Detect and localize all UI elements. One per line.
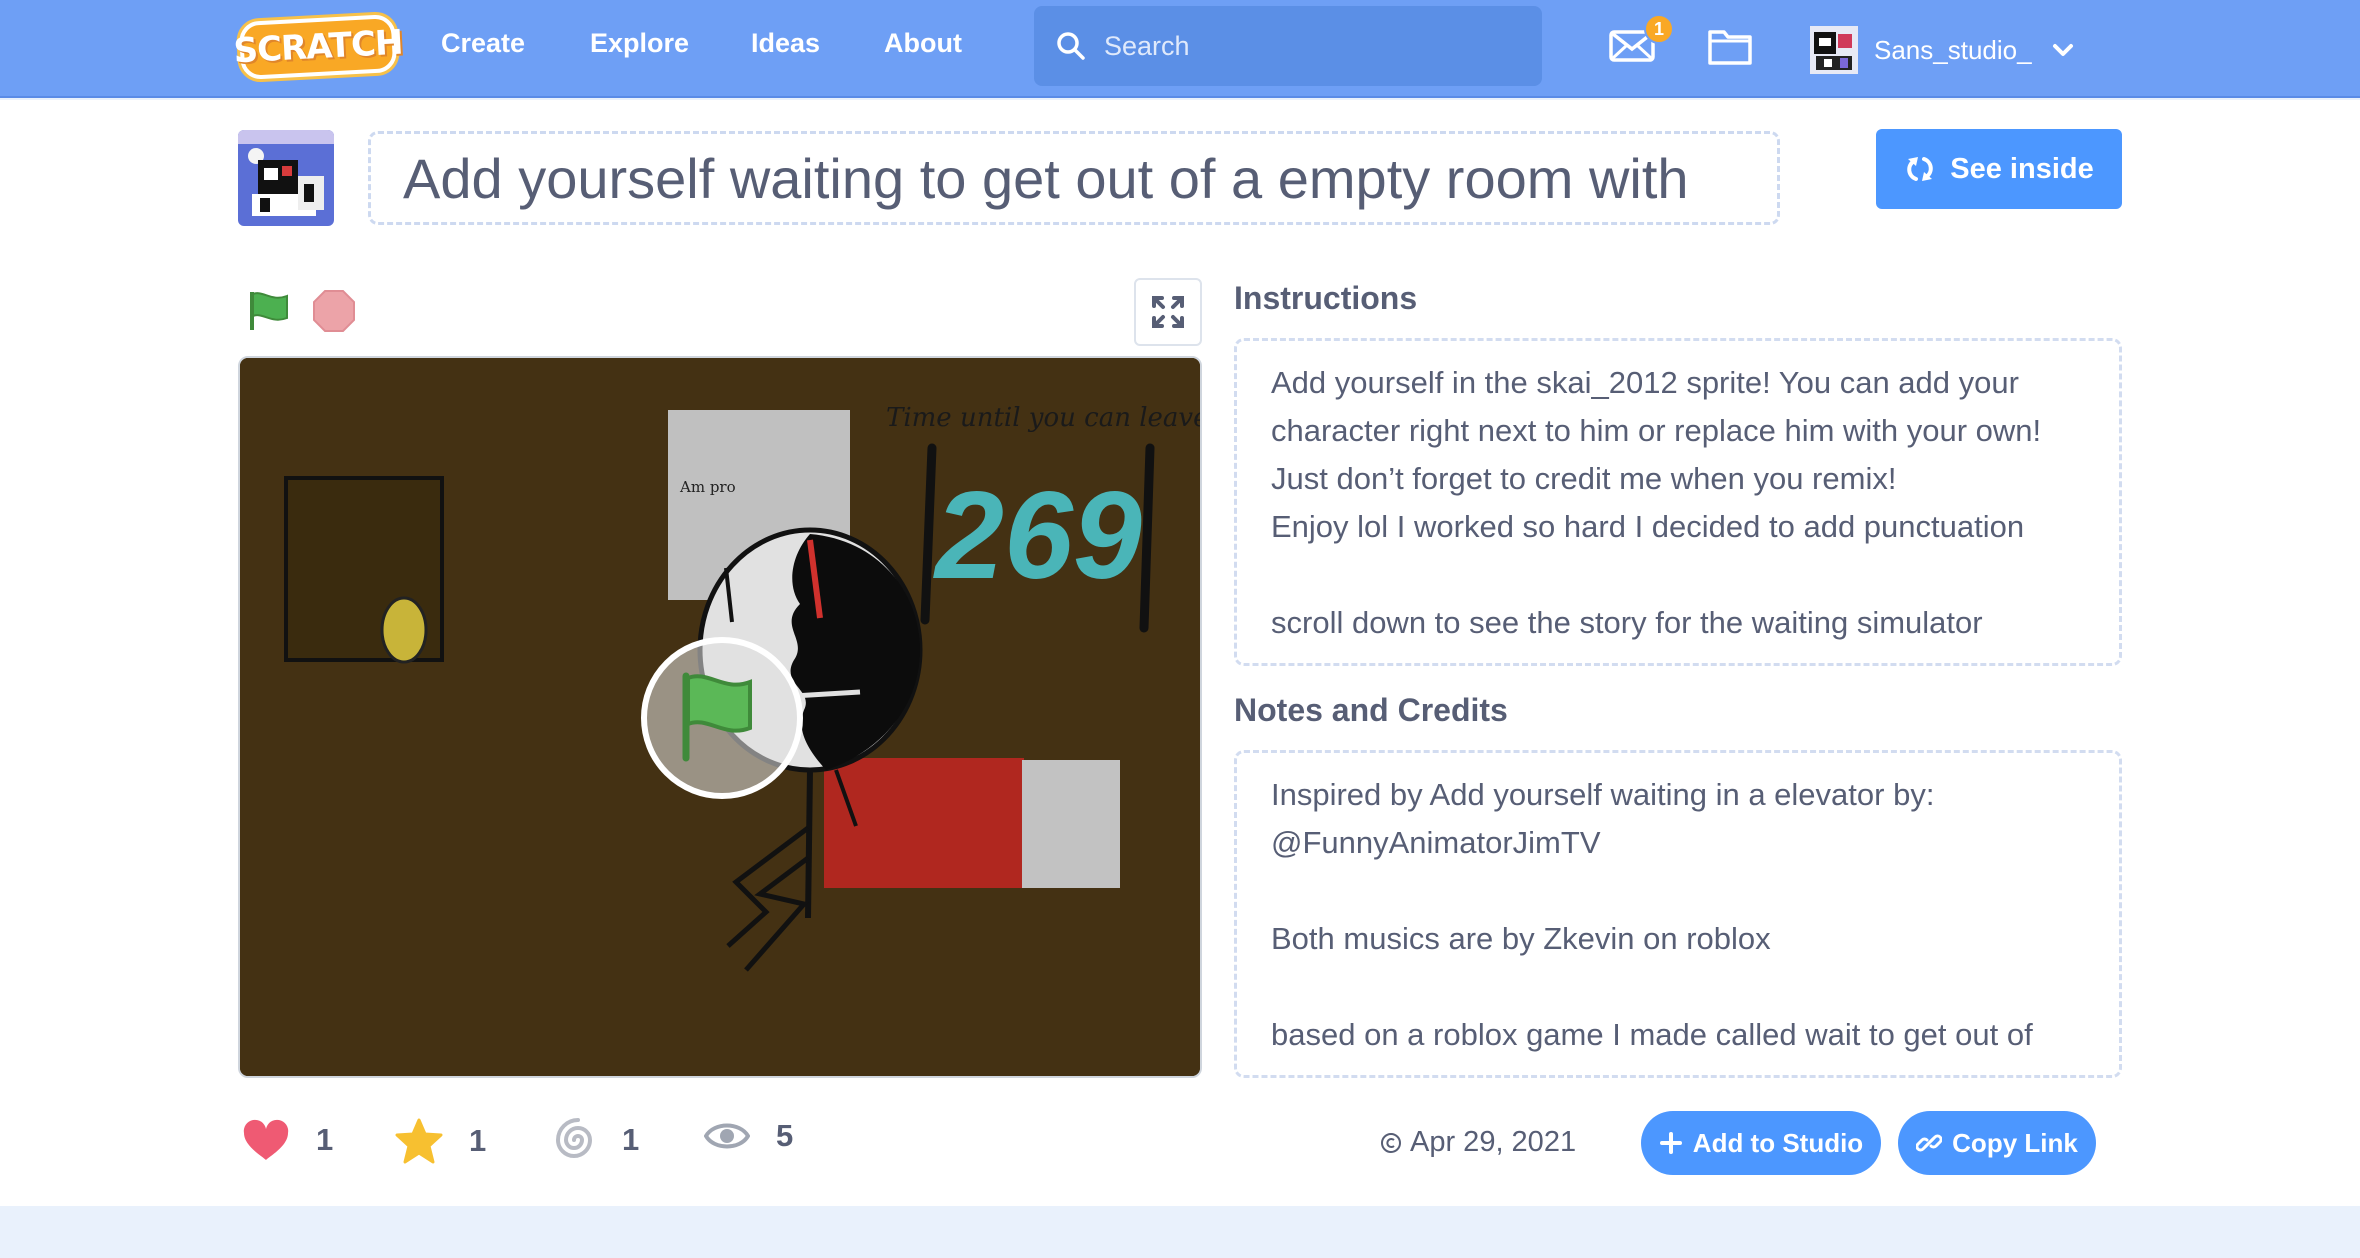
remix-stat: 1 [552,1118,639,1162]
copyright-icon [1381,1132,1401,1153]
notes-heading: Notes and Credits [1234,692,1508,728]
copy-link-button[interactable]: Copy Link [1898,1111,2096,1175]
project-author-avatar[interactable] [238,130,334,226]
search-icon [1057,32,1085,60]
views-count: 5 [776,1118,794,1153]
see-inside-label: See inside [1950,152,2094,185]
project-title: Add yourself waiting to get out of a emp… [403,146,1689,210]
search-bar[interactable] [1034,6,1542,86]
remix-spiral-icon [555,1118,593,1158]
instructions-box[interactable]: Add yourself in the skai_2012 sprite! Yo… [1234,338,2122,666]
logo-text: SCRATCH [232,22,404,72]
notes-text: Inspired by Add yourself waiting in a el… [1271,777,2033,1052]
add-to-studio-label: Add to Studio [1692,1127,1864,1158]
plus-icon [1659,1132,1682,1154]
user-avatar [1810,26,1858,74]
sign-text: Am pro [679,478,736,496]
remix-count: 1 [622,1122,640,1157]
eye-icon [704,1123,750,1149]
my-stuff-folder-icon[interactable] [1706,22,1754,70]
chevron-down-icon [2052,44,2073,56]
nav-create-link[interactable]: Create [441,28,525,59]
views-stat: 5 [704,1118,793,1154]
share-date: Apr 29, 2021 [1380,1126,1576,1159]
favorite-stat[interactable]: 1 [395,1118,486,1164]
fullscreen-button[interactable] [1134,278,1202,346]
user-menu[interactable]: Sans_studio_ [1810,26,2074,74]
green-flag-icon[interactable] [248,290,292,332]
search-input[interactable] [1104,30,1524,62]
nav-ideas-link[interactable]: Ideas [751,28,820,59]
couch-sprite [824,758,1120,888]
top-nav: SCRATCH Create Explore Ideas About 1 San… [0,0,2360,98]
love-stat[interactable]: 1 [242,1118,333,1162]
love-count: 1 [316,1122,334,1157]
door-sprite [284,476,444,664]
nav-explore-link[interactable]: Explore [590,28,689,59]
copy-link-label: Copy Link [1952,1127,2078,1158]
project-stage[interactable]: Am pro Time until you can leave 269 [238,356,1202,1078]
project-page: SCRATCH Create Explore Ideas About 1 San… [0,0,2360,1258]
add-to-studio-button[interactable]: Add to Studio [1641,1111,1881,1175]
timer-caption: Time until you can leave [886,403,1202,433]
project-title-input[interactable]: Add yourself waiting to get out of a emp… [368,131,1780,225]
remix-arrows-icon [1907,157,1934,181]
instructions-text: Add yourself in the skai_2012 sprite! Yo… [1271,365,2042,640]
nav-about-link[interactable]: About [884,28,962,59]
stage-start-flag-overlay[interactable] [641,637,803,799]
messages-badge: 1 [1644,14,1674,44]
favorite-count: 1 [469,1123,487,1158]
heart-icon [243,1119,289,1160]
username-label: Sans_studio_ [1874,34,2032,65]
instructions-heading: Instructions [1234,280,1418,316]
star-icon [395,1118,443,1164]
notes-box[interactable]: Inspired by Add yourself waiting in a el… [1234,750,2122,1078]
stop-icon[interactable] [312,289,356,333]
share-date-text: Apr 29, 2021 [1410,1126,1577,1158]
timer-value: 269 [933,467,1142,605]
link-icon [1916,1134,1943,1152]
scratch-logo[interactable]: SCRATCH [233,13,403,81]
fullscreen-icon [1152,296,1184,328]
see-inside-button[interactable]: See inside [1876,129,2122,209]
